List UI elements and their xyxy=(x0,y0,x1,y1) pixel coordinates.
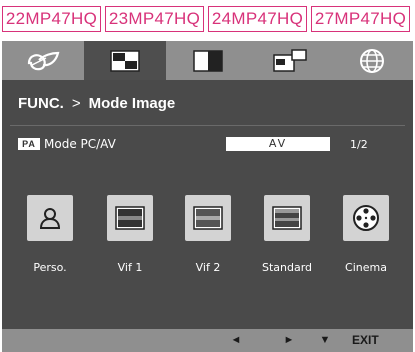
exit-button[interactable]: EXIT xyxy=(352,329,379,352)
picture-mode-options: Perso. Vif 1 Vif 2 Standard Cinema xyxy=(2,195,413,275)
tab-picture[interactable] xyxy=(84,41,167,80)
option-label: Cinema xyxy=(345,261,387,274)
option-icon-box xyxy=(27,195,73,241)
mode-value-field[interactable]: AV xyxy=(226,137,330,151)
option-cinema[interactable]: Cinema xyxy=(327,195,405,275)
breadcrumb: FUNC. > Mode Image xyxy=(18,95,175,112)
pip-icon xyxy=(272,48,307,72)
page-indicator: 1/2 xyxy=(350,138,368,151)
option-label: Perso. xyxy=(33,261,67,274)
eco-icon xyxy=(27,51,60,70)
vivid-2-icon xyxy=(193,206,223,230)
option-vif-2[interactable]: Vif 2 xyxy=(169,195,247,275)
model-tag: 27MP47HQ xyxy=(311,6,410,32)
right-arrow-button[interactable]: ► xyxy=(279,329,299,352)
option-label: Vif 1 xyxy=(117,261,143,274)
globe-icon xyxy=(359,48,384,73)
tab-language[interactable] xyxy=(331,41,413,80)
breadcrumb-separator: > xyxy=(71,95,81,112)
title-divider xyxy=(10,125,405,126)
vivid-1-icon xyxy=(115,206,145,230)
tab-pip[interactable] xyxy=(249,41,331,80)
option-vif-1[interactable]: Vif 1 xyxy=(91,195,169,275)
option-standard[interactable]: Standard xyxy=(248,195,326,275)
model-tag: 22MP47HQ xyxy=(2,6,101,32)
split-screen-icon xyxy=(192,49,223,72)
option-label: Vif 2 xyxy=(195,261,221,274)
osd-menu: FUNC. > Mode Image PA Mode PC/AV AV 1/2 Pe… xyxy=(2,41,413,352)
mode-label: Mode PC/AV xyxy=(44,137,116,151)
pa-badge-icon: PA xyxy=(18,138,40,150)
option-perso[interactable]: Perso. xyxy=(11,195,89,275)
standard-icon xyxy=(272,206,302,230)
menu-tabs xyxy=(2,41,413,80)
tab-split[interactable] xyxy=(166,41,248,80)
person-icon xyxy=(39,208,61,229)
mode-pc-av-row[interactable]: PA Mode PC/AV AV 1/2 xyxy=(18,137,398,153)
film-reel-icon xyxy=(353,205,379,231)
option-label: Standard xyxy=(261,261,313,274)
left-arrow-button[interactable]: ◄ xyxy=(226,329,246,352)
model-tag: 24MP47HQ xyxy=(208,6,307,32)
page-title: Mode Image xyxy=(88,95,176,112)
control-bar: ◄ ► ▼ EXIT xyxy=(2,329,413,352)
model-tags: 22MP47HQ 23MP47HQ 24MP47HQ 27MP47HQ xyxy=(2,6,413,32)
option-icon-box xyxy=(264,195,310,241)
option-icon-box xyxy=(343,195,389,241)
breadcrumb-section: FUNC. xyxy=(18,95,64,112)
option-icon-box xyxy=(185,195,231,241)
picture-mode-icon xyxy=(110,49,141,72)
option-icon-box xyxy=(107,195,153,241)
model-tag: 23MP47HQ xyxy=(105,6,204,32)
tab-eco[interactable] xyxy=(2,41,84,80)
down-arrow-button[interactable]: ▼ xyxy=(315,329,335,352)
